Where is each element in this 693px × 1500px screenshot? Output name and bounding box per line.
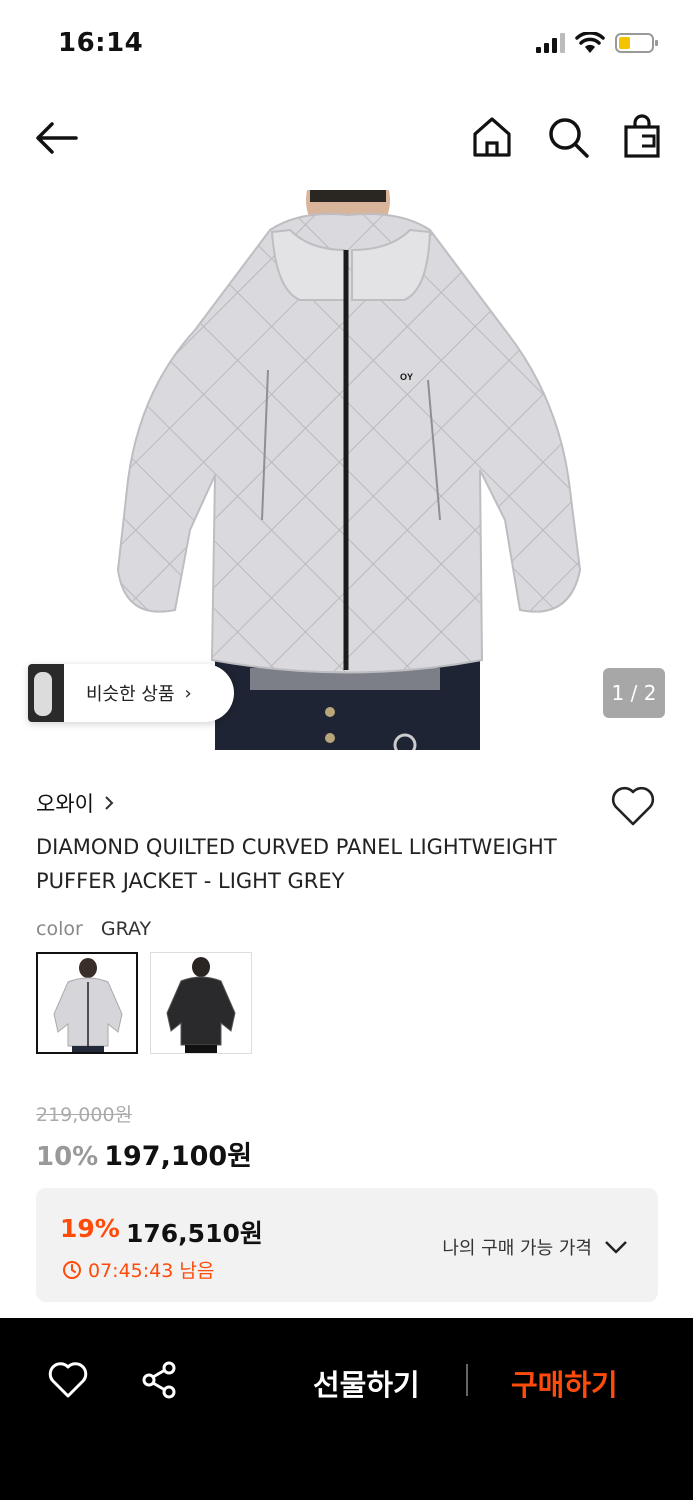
image-pager: 1 / 2 bbox=[603, 668, 665, 718]
home-icon[interactable] bbox=[470, 114, 514, 160]
original-price: 219,000원 bbox=[36, 1104, 133, 1126]
promo-timer: 07:45:43 남음 bbox=[62, 1256, 214, 1283]
heart-icon[interactable] bbox=[610, 784, 656, 828]
my-price-toggle[interactable]: 나의 구매 가능 가격 bbox=[442, 1234, 628, 1260]
divider bbox=[466, 1364, 468, 1396]
sale-price: 197,100원 bbox=[104, 1141, 253, 1172]
bag-icon[interactable] bbox=[620, 114, 664, 160]
color-swatch-black[interactable] bbox=[150, 952, 252, 1054]
top-nav bbox=[0, 100, 693, 174]
color-swatch-gray[interactable] bbox=[36, 952, 138, 1054]
my-price-box[interactable]: 19% 176,510원 07:45:43 남음 나의 구매 가능 가격 bbox=[36, 1188, 658, 1302]
heart-icon[interactable] bbox=[48, 1360, 88, 1400]
clock-icon bbox=[63, 1260, 81, 1279]
back-arrow-icon[interactable] bbox=[32, 118, 82, 158]
promo-discount-rate: 19% bbox=[60, 1214, 120, 1243]
battery-icon bbox=[615, 33, 658, 53]
promo-price: 176,510원 bbox=[126, 1219, 263, 1248]
wifi-icon bbox=[575, 32, 605, 53]
status-time: 16:14 bbox=[58, 28, 144, 58]
promo-timer-text: 07:45:43 남음 bbox=[88, 1260, 215, 1282]
status-bar: 16:14 bbox=[0, 0, 693, 88]
status-icons bbox=[535, 32, 659, 54]
brand-name: 오와이 bbox=[36, 792, 94, 816]
similar-products-button[interactable]: 비슷한 상품 › bbox=[28, 664, 234, 722]
discount-rate: 10% bbox=[36, 1142, 99, 1172]
product-title: DIAMOND QUILTED CURVED PANEL LIGHTWEIGHT… bbox=[36, 835, 557, 893]
gift-button[interactable]: 선물하기 bbox=[313, 1362, 420, 1404]
bottom-action-bar: 선물하기 구매하기 bbox=[0, 1318, 693, 1500]
signal-icon bbox=[536, 33, 565, 53]
chevron-right-icon: › bbox=[184, 682, 192, 704]
svg-text:OY: OY bbox=[400, 372, 413, 382]
chevron-right-icon bbox=[105, 796, 114, 810]
my-price-label: 나의 구매 가능 가격 bbox=[442, 1238, 592, 1259]
search-icon[interactable] bbox=[545, 114, 591, 160]
color-key: color bbox=[36, 918, 83, 940]
chevron-down-icon bbox=[605, 1241, 627, 1254]
color-value: GRAY bbox=[100, 918, 152, 940]
price-row: 10% 197,100원 bbox=[36, 1134, 252, 1173]
color-selector-label: color GRAY bbox=[36, 918, 151, 940]
similar-product-thumbnail bbox=[28, 664, 64, 722]
brand-link[interactable]: 오와이 bbox=[36, 788, 114, 818]
share-icon[interactable] bbox=[140, 1360, 178, 1400]
similar-products-label: 비슷한 상품 bbox=[86, 684, 175, 705]
buy-button[interactable]: 구매하기 bbox=[511, 1362, 618, 1404]
